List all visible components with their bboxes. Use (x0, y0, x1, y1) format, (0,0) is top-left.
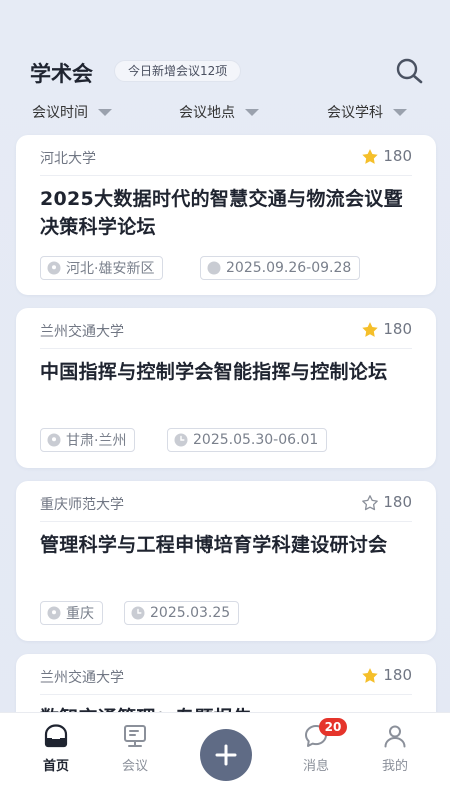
dot-icon (207, 261, 221, 275)
filter-meeting-subject[interactable]: 会议学科 (327, 100, 407, 124)
filter-meeting-time[interactable]: 会议时间 (32, 100, 112, 124)
dropdown-triangle-icon (393, 108, 407, 116)
organizer-name: 重庆师范大学 (40, 497, 124, 513)
meeting-card[interactable]: 河北大学 180 2025大数据时代的智慧交通与物流会议暨决策科学论坛 河北·雄… (16, 135, 436, 295)
filter-label: 会议时间 (32, 105, 88, 121)
plus-icon (215, 744, 237, 766)
nav-profile[interactable]: 我的 (365, 721, 425, 774)
location-text: 河北·雄安新区 (66, 261, 155, 277)
header: 学术会 今日新增会议12项 (0, 56, 450, 90)
location-text: 重庆 (66, 606, 94, 622)
date-tag: 2025.09.26-09.28 (200, 256, 361, 280)
add-button[interactable] (200, 729, 252, 781)
home-icon (44, 724, 68, 748)
divider (40, 348, 412, 349)
dropdown-triangle-icon (245, 108, 259, 116)
clock-icon (131, 606, 145, 620)
organizer-name: 河北大学 (40, 151, 96, 167)
favorite-button[interactable]: 180 (361, 320, 412, 338)
divider (40, 694, 412, 695)
favorite-button[interactable]: 180 (361, 666, 412, 684)
location-tag: 河北·雄安新区 (40, 256, 164, 280)
page-title: 学术会 (30, 62, 93, 86)
star-filled-icon (362, 321, 379, 337)
filter-label: 会议地点 (179, 105, 235, 121)
date-text: 2025.03.25 (150, 605, 231, 621)
date-text: 2025.09.26-09.28 (226, 260, 352, 276)
location-tag: 甘肃·兰州 (40, 428, 136, 452)
nav-meetings[interactable]: 会议 (105, 721, 165, 774)
divider (40, 521, 412, 522)
filter-bar: 会议时间 会议地点 会议学科 (0, 100, 450, 124)
nav-messages[interactable]: 20 消息 (286, 718, 347, 774)
location-pin-icon (47, 261, 61, 275)
divider (40, 175, 412, 176)
filter-meeting-location[interactable]: 会议地点 (179, 100, 259, 124)
meeting-card[interactable]: 重庆师范大学 180 管理科学与工程申博培育学科建设研讨会 重庆 2025.03… (16, 481, 436, 641)
location-text: 甘肃·兰州 (66, 433, 127, 449)
star-filled-icon (362, 667, 379, 683)
organizer-name: 兰州交通大学 (40, 324, 124, 340)
location-pin-icon (47, 606, 61, 620)
location-tag: 重庆 (40, 601, 103, 625)
nav-label: 消息 (302, 759, 329, 774)
nav-home[interactable]: 首页 (26, 721, 86, 774)
favorite-count: 180 (383, 320, 412, 338)
meeting-title: 管理科学与工程申博培育学科建设研讨会 (40, 534, 388, 556)
date-text: 2025.05.30-06.01 (193, 432, 319, 448)
favorite-count: 180 (383, 147, 412, 165)
date-tag: 2025.05.30-06.01 (167, 428, 328, 452)
star-outline-icon (362, 494, 379, 510)
dropdown-triangle-icon (98, 108, 112, 116)
favorite-count: 180 (383, 666, 412, 684)
clock-icon (174, 433, 188, 447)
organizer-name: 兰州交通大学 (40, 670, 124, 686)
nav-label: 会议 (121, 759, 148, 774)
monitor-icon (124, 725, 146, 747)
meeting-card[interactable]: 兰州交通大学 180 中国指挥与控制学会智能指挥与控制论坛 甘肃·兰州 2025… (16, 308, 436, 468)
nav-label: 我的 (381, 759, 408, 774)
filter-label: 会议学科 (327, 105, 383, 121)
star-filled-icon (362, 148, 379, 164)
favorite-count: 180 (383, 493, 412, 511)
favorite-button[interactable]: 180 (361, 493, 412, 511)
favorite-button[interactable]: 180 (361, 147, 412, 165)
date-tag: 2025.03.25 (124, 601, 240, 625)
message-count-badge: 20 (319, 718, 347, 736)
meeting-title: 2025大数据时代的智慧交通与物流会议暨决策科学论坛 (40, 188, 403, 238)
user-icon (384, 725, 406, 748)
nav-label: 首页 (42, 759, 69, 774)
search-button[interactable] (394, 56, 426, 88)
meeting-title: 中国指挥与控制学会智能指挥与控制论坛 (40, 361, 388, 383)
bottom-nav: 首页 会议 20 消息 我的 (0, 712, 450, 800)
new-meetings-badge: 今日新增会议12项 (114, 60, 242, 82)
search-icon (396, 58, 423, 84)
location-pin-icon (47, 433, 61, 447)
